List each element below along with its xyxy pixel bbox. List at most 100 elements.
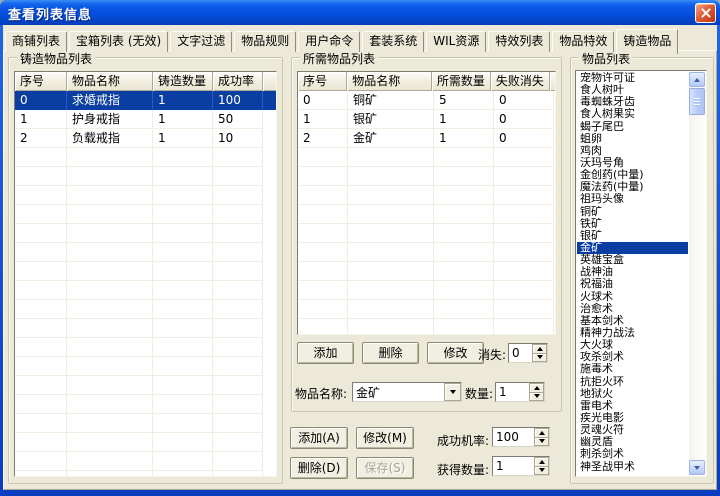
tab-4[interactable]: 用户命令 [298, 31, 360, 52]
item-list-entry[interactable]: 攻杀剑术 [577, 351, 688, 363]
forge-save-button[interactable]: 保存(S) [356, 457, 414, 479]
required-table-empty-cell [298, 167, 348, 186]
required-delete-button[interactable]: 删除 [362, 342, 419, 364]
forge-table-empty-cell [153, 452, 213, 471]
item-list-entry[interactable]: 铁矿 [577, 218, 688, 230]
item-list-entry[interactable]: 基本剑术 [577, 315, 688, 327]
success-rate-spinner [534, 428, 549, 446]
item-list-entry[interactable]: 魔法药(中量) [577, 181, 688, 193]
required-table-empty-cell [434, 243, 494, 262]
combo-drop-button[interactable] [444, 383, 461, 401]
item-list-entry[interactable]: 大火球 [577, 339, 688, 351]
forge-table-empty-row [15, 148, 276, 167]
item-list-entry[interactable]: 精神力战法 [577, 327, 688, 339]
required-table-empty-cell [348, 205, 434, 224]
item-list-entry[interactable]: 食人树果实 [577, 108, 688, 120]
tab-0[interactable]: 商铺列表 [5, 31, 67, 52]
qty-input[interactable] [496, 383, 529, 401]
scroll-thumb[interactable] [689, 88, 705, 115]
item-list-entry[interactable]: 火球术 [577, 291, 688, 303]
forge-table-column-header[interactable]: 成功率 [213, 72, 263, 91]
titlebar[interactable]: 查看列表信息 [0, 0, 720, 25]
lost-input[interactable] [509, 344, 532, 362]
tab-9[interactable]: 铸造物品 [616, 29, 678, 54]
forge-table-row[interactable]: 0求婚戒指1100 [15, 91, 276, 110]
required-table-column-header[interactable]: 所需数量 [432, 72, 491, 91]
spin-up-button[interactable] [534, 428, 549, 438]
forge-modify-button[interactable]: 修改(M) [356, 427, 414, 449]
spin-down-button[interactable] [534, 438, 549, 447]
required-table-column-header[interactable]: 物品名称 [347, 72, 432, 91]
forge-table-empty-cell [15, 224, 67, 243]
required-table-empty-row [298, 186, 555, 205]
close-button[interactable] [695, 3, 716, 23]
item-list-entry[interactable]: 抗拒火环 [577, 376, 688, 388]
required-table-row[interactable]: 2金矿10 [298, 129, 555, 148]
required-table-column-header[interactable]: 序号 [298, 72, 347, 91]
tab-6[interactable]: WIL资源 [426, 31, 486, 52]
item-list-entry[interactable]: 灵魂火符 [577, 424, 688, 436]
item-list-entry[interactable]: 祝福油 [577, 278, 688, 290]
forge-table-column-header[interactable]: 序号 [15, 72, 67, 91]
required-table-column-header[interactable]: 失败消失 [491, 72, 550, 91]
spin-down-button[interactable] [529, 393, 544, 402]
item-list-entry[interactable]: 食人树叶 [577, 84, 688, 96]
item-list-scrollbar[interactable] [689, 72, 705, 475]
spin-up-button[interactable] [532, 344, 547, 354]
item-list-entry[interactable]: 战神油 [577, 266, 688, 278]
item-list-entry[interactable]: 幽灵盾 [577, 436, 688, 448]
item-list-entry[interactable]: 刺杀剑术 [577, 448, 688, 460]
scroll-down-button[interactable] [689, 460, 705, 475]
forge-table-empty-cell [15, 281, 67, 300]
tab-3[interactable]: 物品规则 [234, 31, 296, 52]
required-table-empty-cell [348, 186, 434, 205]
item-list-entry[interactable]: 沃玛号角 [577, 157, 688, 169]
required-add-button[interactable]: 添加 [297, 342, 354, 364]
tab-2[interactable]: 文字过滤 [170, 31, 232, 52]
success-rate-input[interactable] [493, 428, 534, 446]
required-table-row[interactable]: 0铜矿50 [298, 91, 555, 110]
item-list-entry[interactable]: 祖玛头像 [577, 193, 688, 205]
spin-up-button[interactable] [534, 457, 549, 467]
required-table-row[interactable]: 1银矿10 [298, 110, 555, 129]
item-list-entry[interactable]: 银矿 [577, 230, 688, 242]
item-list-entry[interactable]: 蝎子尾巴 [577, 121, 688, 133]
forge-table-empty-cell [15, 395, 67, 414]
forge-add-button[interactable]: 添加(A) [290, 427, 348, 449]
item-list-entry[interactable]: 疾光电影 [577, 412, 688, 424]
spin-up-button[interactable] [529, 383, 544, 393]
obtain-qty-input[interactable] [493, 457, 534, 475]
tab-8[interactable]: 物品特效 [552, 31, 614, 52]
forge-delete-button[interactable]: 删除(D) [290, 457, 348, 479]
item-list-entry[interactable]: 地狱火 [577, 388, 688, 400]
forge-table-row[interactable]: 2负载戒指110 [15, 129, 276, 148]
forge-table-row[interactable]: 1护身戒指150 [15, 110, 276, 129]
spin-down-button[interactable] [534, 467, 549, 476]
required-table-empty-cell [298, 224, 348, 243]
item-list-entry[interactable]: 英雄宝盒 [577, 254, 688, 266]
item-list-entry[interactable]: 治愈术 [577, 303, 688, 315]
item-list-entry[interactable]: 金矿 [577, 242, 688, 254]
forge-list-group: 铸造物品列表 序号物品名称铸造数量成功率0求婚戒指11001护身戒指1502负载… [8, 57, 283, 484]
required-modify-button[interactable]: 修改 [427, 342, 484, 364]
scroll-up-button[interactable] [689, 72, 705, 87]
item-list-entry[interactable]: 鸡肉 [577, 145, 688, 157]
spin-down-button[interactable] [532, 354, 547, 363]
item-list-entry[interactable]: 蛆卵 [577, 133, 688, 145]
item-list-entry[interactable]: 雷电术 [577, 400, 688, 412]
item-list-entry[interactable]: 金创药(中量) [577, 169, 688, 181]
item-name-value[interactable] [353, 383, 444, 401]
forge-table-column-header[interactable]: 物品名称 [67, 72, 153, 91]
required-items-table[interactable]: 序号物品名称所需数量失败消失0铜矿501银矿102金矿10 [297, 71, 556, 335]
item-list-entry[interactable]: 施毒术 [577, 363, 688, 375]
item-list-entry[interactable]: 神圣战甲术 [577, 461, 688, 473]
forge-table-column-header[interactable]: 铸造数量 [153, 72, 213, 91]
item-list-entry[interactable]: 宠物许可证 [577, 72, 688, 84]
item-list-entry[interactable]: 毒蜘蛛牙齿 [577, 96, 688, 108]
tab-7[interactable]: 特效列表 [488, 31, 550, 52]
item-listbox[interactable]: 宠物许可证食人树叶毒蜘蛛牙齿食人树果实蝎子尾巴蛆卵鸡肉沃玛号角金创药(中量)魔法… [575, 70, 707, 477]
item-list-entry[interactable]: 铜矿 [577, 206, 688, 218]
forge-items-table[interactable]: 序号物品名称铸造数量成功率0求婚戒指11001护身戒指1502负载戒指110 [14, 71, 277, 477]
tab-1[interactable]: 宝箱列表 (无效) [69, 31, 168, 52]
tab-5[interactable]: 套装系统 [362, 31, 424, 52]
